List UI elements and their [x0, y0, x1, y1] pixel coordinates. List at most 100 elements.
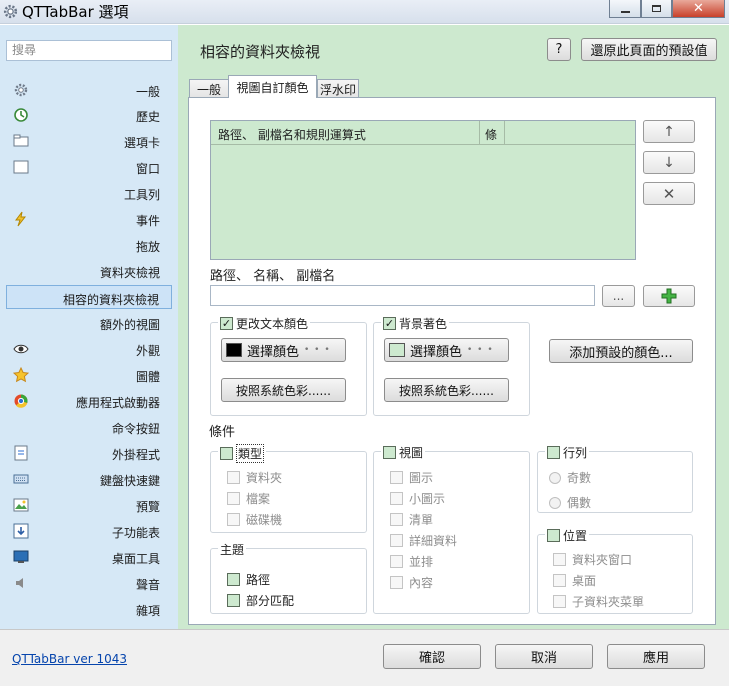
- checkbox[interactable]: [390, 534, 403, 547]
- view-option[interactable]: 內容: [390, 574, 433, 591]
- move-down-button[interactable]: ↓: [643, 151, 695, 174]
- sidebar-item-label: 應用程式啟動器: [75, 396, 160, 410]
- text-color-checkbox[interactable]: ✓: [220, 317, 233, 330]
- sidebar-item-20[interactable]: 雜項: [6, 597, 172, 621]
- checkbox[interactable]: [227, 513, 240, 526]
- option-label: 子資料夾菜單: [572, 595, 645, 609]
- minimize-button[interactable]: [609, 0, 641, 18]
- bg-color-checkbox[interactable]: ✓: [383, 317, 396, 330]
- sidebar-item-12[interactable]: 應用程式啟動器: [6, 389, 172, 413]
- bg-color-choose-button[interactable]: 選擇顏色 • • •: [384, 338, 509, 362]
- bg-color-system-button[interactable]: 按照系統色彩......: [384, 378, 509, 402]
- row-checkbox[interactable]: [547, 446, 560, 459]
- checkbox[interactable]: [390, 576, 403, 589]
- sidebar-item-14[interactable]: 外掛程式: [6, 441, 172, 465]
- tab-general[interactable]: 一般: [189, 79, 229, 98]
- location-option[interactable]: 桌面: [553, 572, 596, 589]
- radio-button[interactable]: [549, 471, 561, 484]
- close-button[interactable]: ✕: [672, 0, 725, 18]
- delete-button[interactable]: ✕: [643, 182, 695, 205]
- location-option[interactable]: 子資料夾菜單: [553, 593, 644, 610]
- view-option[interactable]: 詳細資料: [390, 532, 457, 549]
- view-option[interactable]: 小圖示: [390, 490, 445, 507]
- cancel-button[interactable]: 取消: [495, 644, 593, 669]
- add-button[interactable]: [643, 285, 695, 307]
- browse-button[interactable]: ...: [602, 285, 635, 307]
- checkbox[interactable]: [390, 513, 403, 526]
- checkbox[interactable]: [227, 573, 240, 586]
- location-option[interactable]: 資料夾窗口: [553, 551, 632, 568]
- location-header: 位置: [545, 527, 590, 544]
- view-option[interactable]: 圖示: [390, 469, 433, 486]
- location-checkbox[interactable]: [547, 529, 560, 542]
- checkbox[interactable]: [227, 594, 240, 607]
- type-option[interactable]: 磁碟機: [227, 511, 282, 528]
- column-header-condition[interactable]: 條: [485, 126, 497, 143]
- sidebar-item-17[interactable]: 子功能表: [6, 519, 172, 543]
- sidebar-item-label: 額外的視圖: [99, 318, 160, 332]
- maximize-button[interactable]: [641, 0, 672, 18]
- view-checkbox[interactable]: [383, 446, 396, 459]
- sidebar-item-8[interactable]: 相容的資料夾檢視: [6, 285, 172, 309]
- checkbox[interactable]: [390, 492, 403, 505]
- sidebar-item-5[interactable]: 事件: [6, 207, 172, 231]
- sidebar-item-19[interactable]: 聲音: [6, 571, 172, 595]
- type-checkbox[interactable]: [220, 447, 233, 460]
- bg-color-label: 背景著色: [399, 317, 448, 331]
- text-color-choose-button[interactable]: 選擇顏色 • • •: [221, 338, 346, 362]
- window-title: QTTabBar 選項: [22, 3, 129, 21]
- option-label: 部分匹配: [246, 594, 295, 608]
- sidebar-item-label: 歷史: [135, 110, 160, 124]
- sidebar-item-16[interactable]: 預覽: [6, 493, 172, 517]
- sidebar-item-10[interactable]: 外觀: [6, 337, 172, 361]
- page-title: 相容的資料夾檢視: [200, 43, 321, 61]
- subject-option[interactable]: 路徑: [227, 571, 270, 588]
- sidebar-item-4[interactable]: 工具列: [6, 181, 172, 205]
- view-option[interactable]: 清單: [390, 511, 433, 528]
- row-option[interactable]: 偶數: [549, 494, 591, 511]
- checkbox[interactable]: [390, 471, 403, 484]
- version-link[interactable]: QTTabBar ver 1043: [12, 652, 127, 666]
- help-button[interactable]: ?: [547, 38, 571, 61]
- sidebar-item-0[interactable]: 一般: [6, 78, 172, 102]
- sidebar-item-6[interactable]: 拖放: [6, 233, 172, 257]
- checkbox[interactable]: [390, 555, 403, 568]
- tab-watermark[interactable]: 浮水印: [317, 79, 359, 98]
- radio-button[interactable]: [549, 496, 561, 509]
- view-header: 視圖: [381, 444, 426, 461]
- sidebar-item-label: 外觀: [135, 344, 160, 358]
- type-option[interactable]: 資料夾: [227, 469, 282, 486]
- add-plus-icon: [661, 288, 677, 304]
- checkbox[interactable]: [227, 492, 240, 505]
- checkbox[interactable]: [553, 553, 566, 566]
- sidebar-item-9[interactable]: 額外的視圖: [6, 311, 172, 335]
- gear-icon: [13, 82, 29, 98]
- sidebar-item-15[interactable]: 鍵盤快速鍵: [6, 467, 172, 491]
- checkbox[interactable]: [227, 471, 240, 484]
- ok-button[interactable]: 確認: [383, 644, 481, 669]
- text-color-swatch: [226, 343, 242, 357]
- sidebar-item-7[interactable]: 資料夾檢視: [6, 259, 172, 283]
- sidebar-item-1[interactable]: 歷史: [6, 103, 172, 127]
- sidebar-item-11[interactable]: 圖體: [6, 363, 172, 387]
- sidebar-item-3[interactable]: 窗口: [6, 155, 172, 179]
- search-input[interactable]: 搜尋: [6, 40, 172, 61]
- add-preset-color-button[interactable]: 添加預設的顏色...: [549, 339, 693, 363]
- sidebar-item-18[interactable]: 桌面工具: [6, 545, 172, 569]
- close-icon: ✕: [693, 1, 704, 16]
- checkbox[interactable]: [553, 595, 566, 608]
- column-header-path[interactable]: 路徑、 副檔名和規則運算式: [218, 126, 366, 143]
- path-input[interactable]: [210, 285, 595, 306]
- move-up-button[interactable]: ↑: [643, 120, 695, 143]
- restore-defaults-button[interactable]: 還原此頁面的預設值: [581, 38, 717, 61]
- checkbox[interactable]: [553, 574, 566, 587]
- row-option[interactable]: 奇數: [549, 469, 591, 486]
- apply-button[interactable]: 應用: [607, 644, 705, 669]
- tab-view-custom-color[interactable]: 視圖自訂顏色: [228, 75, 317, 98]
- type-option[interactable]: 檔案: [227, 490, 270, 507]
- text-color-system-button[interactable]: 按照系統色彩......: [221, 378, 346, 402]
- subject-option[interactable]: 部分匹配: [227, 592, 294, 609]
- sidebar-item-2[interactable]: 選項卡: [6, 129, 172, 153]
- view-option[interactable]: 並排: [390, 553, 433, 570]
- sidebar-item-13[interactable]: 命令按鈕: [6, 415, 172, 439]
